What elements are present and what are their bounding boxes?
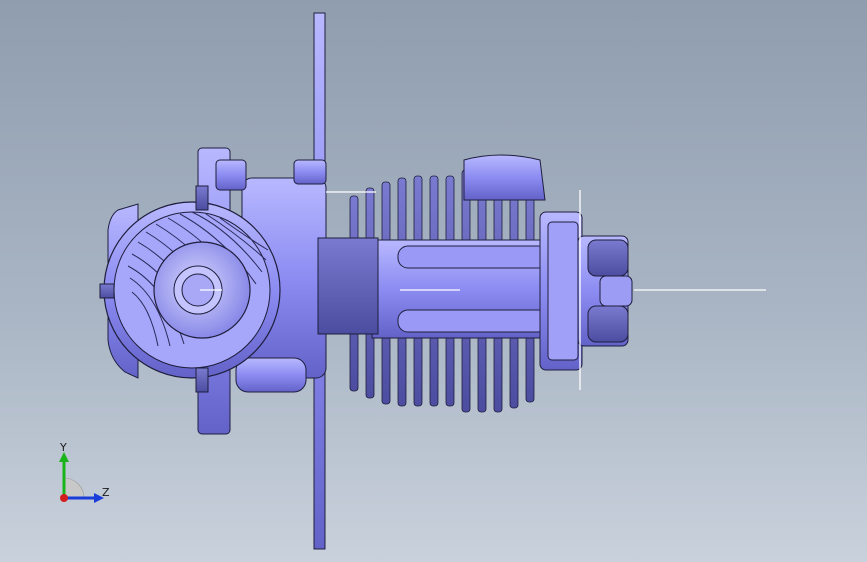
x-axis-dot [60,494,68,502]
axis-triad [48,440,118,510]
y-axis-label: Y [60,441,67,454]
intake-boss [463,154,546,201]
engine-model[interactable] [0,0,867,562]
z-axis-label: Z [102,486,110,499]
triad-quadrant [63,477,85,499]
graphics-viewport[interactable]: Y Z [0,0,867,562]
